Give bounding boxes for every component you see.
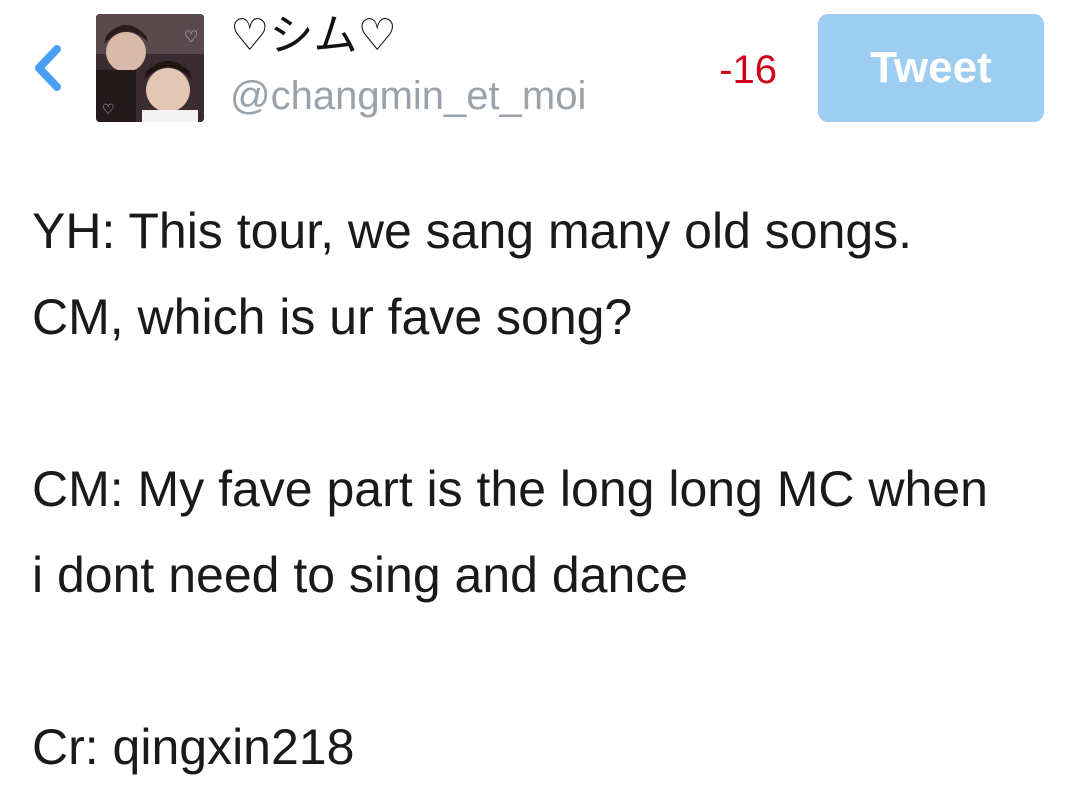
svg-text:♡: ♡ [184, 27, 198, 46]
character-count: -16 [719, 48, 777, 92]
compose-header: ♡ ♡ ♡シム♡ @changmin_et_moi -16 Tweet [0, 0, 1079, 140]
text-line: CM, which is ur fave song? [32, 289, 633, 345]
avatar[interactable]: ♡ ♡ [96, 14, 204, 122]
tweet-text-area[interactable]: YH: This tour, we sang many old songs. C… [32, 188, 1062, 798]
text-line: i dont need to sing and dance [32, 547, 689, 603]
text-line: YH: This tour, we sang many old songs. [32, 203, 913, 259]
text-line: CM: My fave part is the long long MC whe… [32, 461, 988, 517]
display-name: ♡シム♡ [230, 10, 397, 61]
svg-text:♡: ♡ [102, 102, 115, 118]
back-button[interactable] [26, 44, 70, 92]
text-line: Cr: qingxin218 [32, 719, 355, 775]
tweet-button[interactable]: Tweet [818, 14, 1044, 122]
avatar-image: ♡ ♡ [96, 14, 204, 122]
chevron-left-icon [35, 45, 61, 91]
user-handle: @changmin_et_moi [230, 74, 587, 118]
